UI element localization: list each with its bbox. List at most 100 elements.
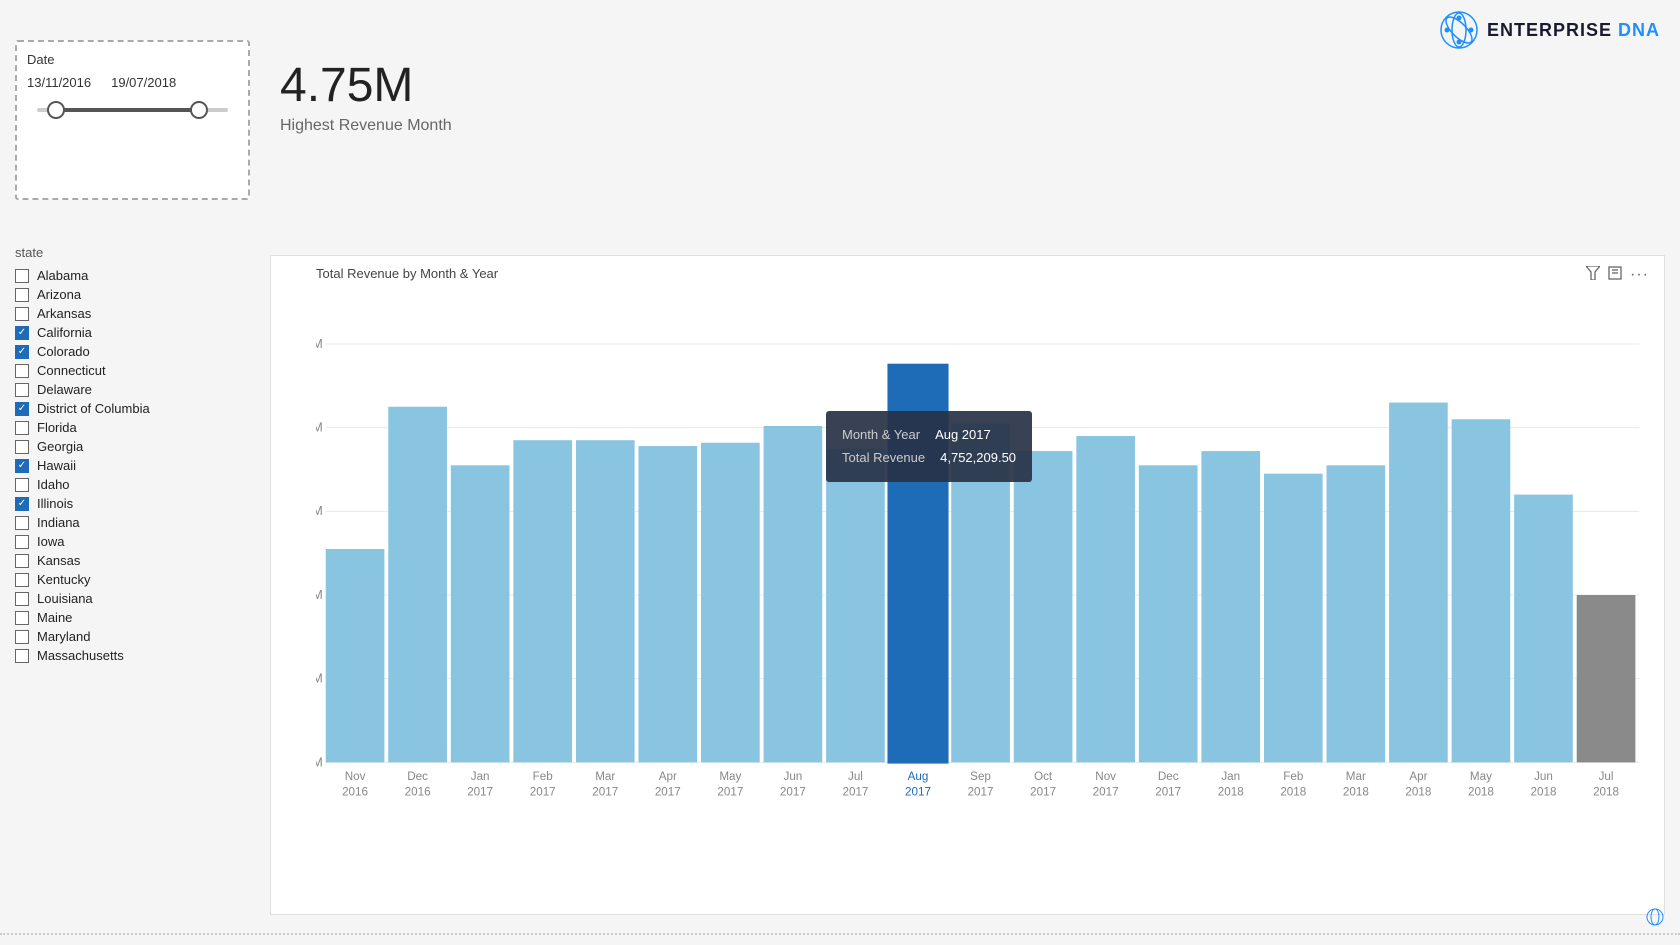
bar-label: 2017 xyxy=(1155,785,1181,798)
bar-label: May xyxy=(719,770,741,783)
state-checkbox[interactable] xyxy=(15,535,29,549)
state-label: Maine xyxy=(37,610,72,625)
bar-rect[interactable] xyxy=(638,446,697,762)
bar-rect[interactable] xyxy=(1327,465,1386,762)
state-item[interactable]: Louisiana xyxy=(15,591,250,606)
state-item[interactable]: Arizona xyxy=(15,287,250,302)
state-item[interactable]: Idaho xyxy=(15,477,250,492)
bar-rect[interactable] xyxy=(1014,451,1073,762)
state-item[interactable]: Florida xyxy=(15,420,250,435)
bar-label: 2017 xyxy=(530,785,556,798)
state-checkbox[interactable] xyxy=(15,307,29,321)
bar-label: Mar xyxy=(595,770,615,783)
state-item[interactable]: Alabama xyxy=(15,268,250,283)
bar-rect[interactable] xyxy=(513,440,572,762)
state-item[interactable]: Connecticut xyxy=(15,363,250,378)
bar-label: Sep xyxy=(970,770,991,783)
state-item[interactable]: Illinois xyxy=(15,496,250,511)
bar-rect[interactable] xyxy=(1201,451,1260,762)
bar-label: Jan xyxy=(1221,770,1240,783)
bar-label: 2017 xyxy=(717,785,743,798)
state-item[interactable]: District of Columbia xyxy=(15,401,250,416)
bar-rect[interactable] xyxy=(1514,495,1573,763)
date-slider-thumb-left[interactable] xyxy=(47,101,65,119)
kpi-label: Highest Revenue Month xyxy=(280,117,452,135)
bar-rect[interactable] xyxy=(1264,474,1323,763)
bar-label: Jul xyxy=(1599,770,1614,783)
state-item[interactable]: Kansas xyxy=(15,553,250,568)
date-slider-track[interactable] xyxy=(37,108,228,112)
state-item[interactable]: Hawaii xyxy=(15,458,250,473)
state-checkbox[interactable] xyxy=(15,459,29,473)
chart-export-icon[interactable] xyxy=(1608,266,1622,284)
svg-text:5M: 5M xyxy=(316,337,323,351)
state-checkbox[interactable] xyxy=(15,269,29,283)
state-item[interactable]: Massachusetts xyxy=(15,648,250,663)
bar-label: 2016 xyxy=(342,785,368,798)
state-item[interactable]: Georgia xyxy=(15,439,250,454)
bar-label: 2018 xyxy=(1343,785,1369,798)
bar-chart-svg: 0M1M2M3M4M5MNov2016Dec2016Jan2017Feb2017… xyxy=(316,291,1649,864)
state-item[interactable]: Indiana xyxy=(15,515,250,530)
date-filter-widget: Date 13/11/2016 19/07/2018 xyxy=(15,40,250,200)
state-checkbox[interactable] xyxy=(15,516,29,530)
bar-rect[interactable] xyxy=(576,440,635,762)
state-checkbox[interactable] xyxy=(15,364,29,378)
date-slider-fill xyxy=(56,108,199,112)
bar-label: Nov xyxy=(345,770,366,783)
state-label: District of Columbia xyxy=(37,401,150,416)
state-filter: state AlabamaArizonaArkansasCaliforniaCo… xyxy=(15,245,250,667)
bar-label: Mar xyxy=(1346,770,1366,783)
state-checkbox[interactable] xyxy=(15,630,29,644)
state-item[interactable]: Maryland xyxy=(15,629,250,644)
logo-icon xyxy=(1439,10,1479,50)
bar-rect[interactable] xyxy=(764,426,823,762)
date-filter-label: Date xyxy=(27,52,238,67)
bar-rect[interactable] xyxy=(326,549,385,762)
chart-toolbar: ··· xyxy=(1586,266,1649,284)
bar-rect[interactable] xyxy=(1577,595,1636,762)
state-checkbox[interactable] xyxy=(15,421,29,435)
bar-rect[interactable] xyxy=(951,423,1010,762)
bar-rect[interactable] xyxy=(889,365,948,762)
state-checkbox[interactable] xyxy=(15,611,29,625)
state-item[interactable]: Maine xyxy=(15,610,250,625)
bar-rect[interactable] xyxy=(388,407,447,763)
state-item[interactable]: Kentucky xyxy=(15,572,250,587)
bar-label: 2018 xyxy=(1593,785,1619,798)
state-item[interactable]: California xyxy=(15,325,250,340)
state-checkbox[interactable] xyxy=(15,402,29,416)
chart-svg-container: 0M1M2M3M4M5MNov2016Dec2016Jan2017Feb2017… xyxy=(316,291,1649,864)
state-checkbox[interactable] xyxy=(15,440,29,454)
state-checkbox[interactable] xyxy=(15,554,29,568)
state-list: Alabama Arizona Arkansas California Colorado… xyxy=(15,268,250,663)
bar-label: Dec xyxy=(407,770,428,783)
state-checkbox[interactable] xyxy=(15,383,29,397)
state-checkbox[interactable] xyxy=(15,288,29,302)
state-checkbox[interactable] xyxy=(15,497,29,511)
state-item[interactable]: Delaware xyxy=(15,382,250,397)
state-checkbox[interactable] xyxy=(15,649,29,663)
date-slider-thumb-right[interactable] xyxy=(190,101,208,119)
bar-rect[interactable] xyxy=(451,465,510,762)
state-item[interactable]: Iowa xyxy=(15,534,250,549)
date-start: 13/11/2016 xyxy=(27,75,91,90)
state-checkbox[interactable] xyxy=(15,478,29,492)
bar-rect[interactable] xyxy=(1076,436,1135,762)
state-item[interactable]: Colorado xyxy=(15,344,250,359)
state-item[interactable]: Arkansas xyxy=(15,306,250,321)
state-checkbox[interactable] xyxy=(15,573,29,587)
state-checkbox[interactable] xyxy=(15,592,29,606)
state-checkbox[interactable] xyxy=(15,345,29,359)
state-label: Delaware xyxy=(37,382,92,397)
bar-rect[interactable] xyxy=(826,449,885,763)
bar-rect[interactable] xyxy=(1139,465,1198,762)
state-checkbox[interactable] xyxy=(15,326,29,340)
chart-filter-icon[interactable] xyxy=(1586,266,1600,284)
svg-text:4M: 4M xyxy=(316,421,323,435)
state-label: Louisiana xyxy=(37,591,93,606)
bar-rect[interactable] xyxy=(1452,419,1511,762)
bar-rect[interactable] xyxy=(701,443,760,763)
bar-rect[interactable] xyxy=(1389,403,1448,763)
chart-more-icon[interactable]: ··· xyxy=(1630,266,1649,284)
